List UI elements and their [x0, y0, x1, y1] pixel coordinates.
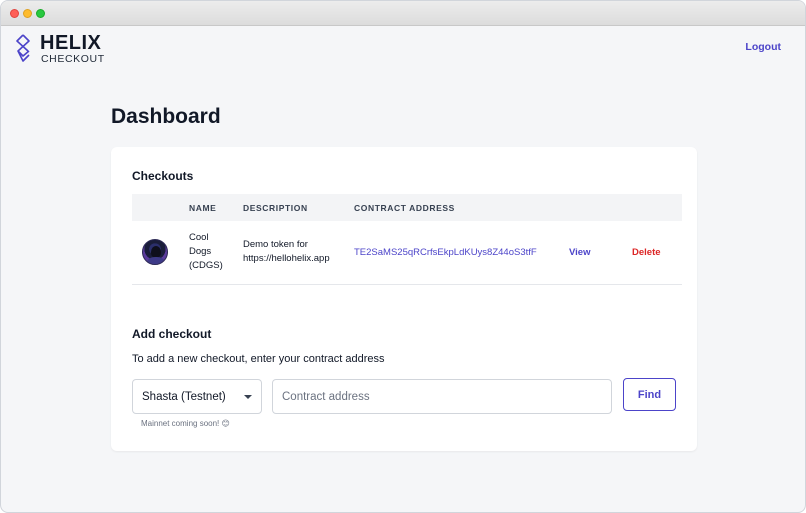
contract-address-input[interactable]: [272, 379, 612, 414]
logo-title: HELIX: [40, 32, 102, 54]
column-header-contract-address: CONTRACT ADDRESS: [354, 203, 455, 213]
delete-button[interactable]: Delete: [632, 246, 661, 260]
find-button[interactable]: Find: [623, 378, 676, 411]
view-button[interactable]: View: [569, 246, 590, 260]
checkouts-heading: Checkouts: [132, 169, 194, 183]
maximize-window-button[interactable]: [36, 9, 45, 18]
close-window-button[interactable]: [10, 9, 19, 18]
checkouts-table-header: NAME DESCRIPTION CONTRACT ADDRESS: [132, 194, 682, 221]
window-titlebar: [1, 1, 805, 26]
token-avatar: [142, 239, 168, 265]
minimize-window-button[interactable]: [23, 9, 32, 18]
checkout-name: Cool Dogs (CDGS): [189, 232, 223, 271]
dashboard-card: Checkouts NAME DESCRIPTION CONTRACT ADDR…: [111, 147, 697, 451]
checkout-description: Demo token for https://hellohelix.app: [243, 239, 330, 264]
column-header-description: DESCRIPTION: [243, 203, 308, 213]
browser-window: HELIX CHECKOUT Logout Dashboard Checkout…: [0, 0, 806, 513]
table-row: Cool Dogs (CDGS) Demo token for https://…: [132, 221, 682, 285]
column-header-name: NAME: [189, 203, 217, 213]
network-select[interactable]: Shasta (Testnet): [132, 379, 262, 414]
chevron-down-icon: [244, 395, 252, 399]
network-select-value: Shasta (Testnet): [142, 391, 226, 403]
add-checkout-heading: Add checkout: [132, 327, 212, 341]
add-checkout-description: To add a new checkout, enter your contra…: [132, 353, 385, 365]
contract-address-link[interactable]: TE2SaMS25qRCrfsEkpLdKUys8Z44oS3tfF: [354, 246, 537, 260]
helix-logo-icon: [15, 34, 31, 62]
page-title: Dashboard: [111, 105, 221, 128]
app-header: HELIX CHECKOUT Logout: [1, 26, 805, 76]
logo-subtitle: CHECKOUT: [41, 53, 105, 65]
mainnet-hint: Mainnet coming soon! 😊: [141, 419, 230, 428]
logout-link[interactable]: Logout: [745, 41, 781, 53]
